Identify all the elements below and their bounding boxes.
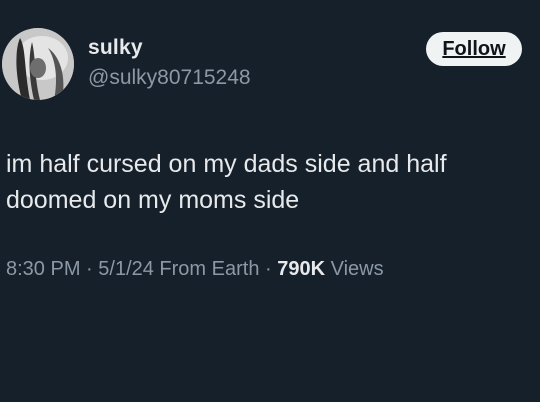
tweet-card: sulky @sulky80715248 Follow im half curs… [0, 0, 540, 402]
views-count[interactable]: 790K [277, 258, 325, 280]
avatar-image [2, 28, 74, 100]
views-label: Views [325, 258, 384, 280]
display-name[interactable]: sulky [88, 36, 143, 60]
user-handle[interactable]: @sulky80715248 [88, 66, 251, 90]
tweet-text-line: im half cursed on my dads side and half [6, 150, 447, 178]
avatar[interactable] [2, 28, 74, 100]
separator-dot: · [259, 258, 278, 280]
tweet-time[interactable]: 8:30 PM [6, 258, 80, 280]
tweet-metadata: 8:30 PM · 5/1/24 From Earth · 790K Views [6, 258, 384, 281]
tweet-text-line: doomed on my moms side [6, 186, 300, 214]
tweet-date[interactable]: 5/1/24 [98, 258, 154, 280]
follow-button[interactable]: Follow [426, 32, 522, 66]
separator-dot: · [80, 258, 99, 280]
tweet-source: From Earth [153, 258, 260, 280]
tweet-text: im half cursed on my dads side and half … [6, 146, 526, 218]
